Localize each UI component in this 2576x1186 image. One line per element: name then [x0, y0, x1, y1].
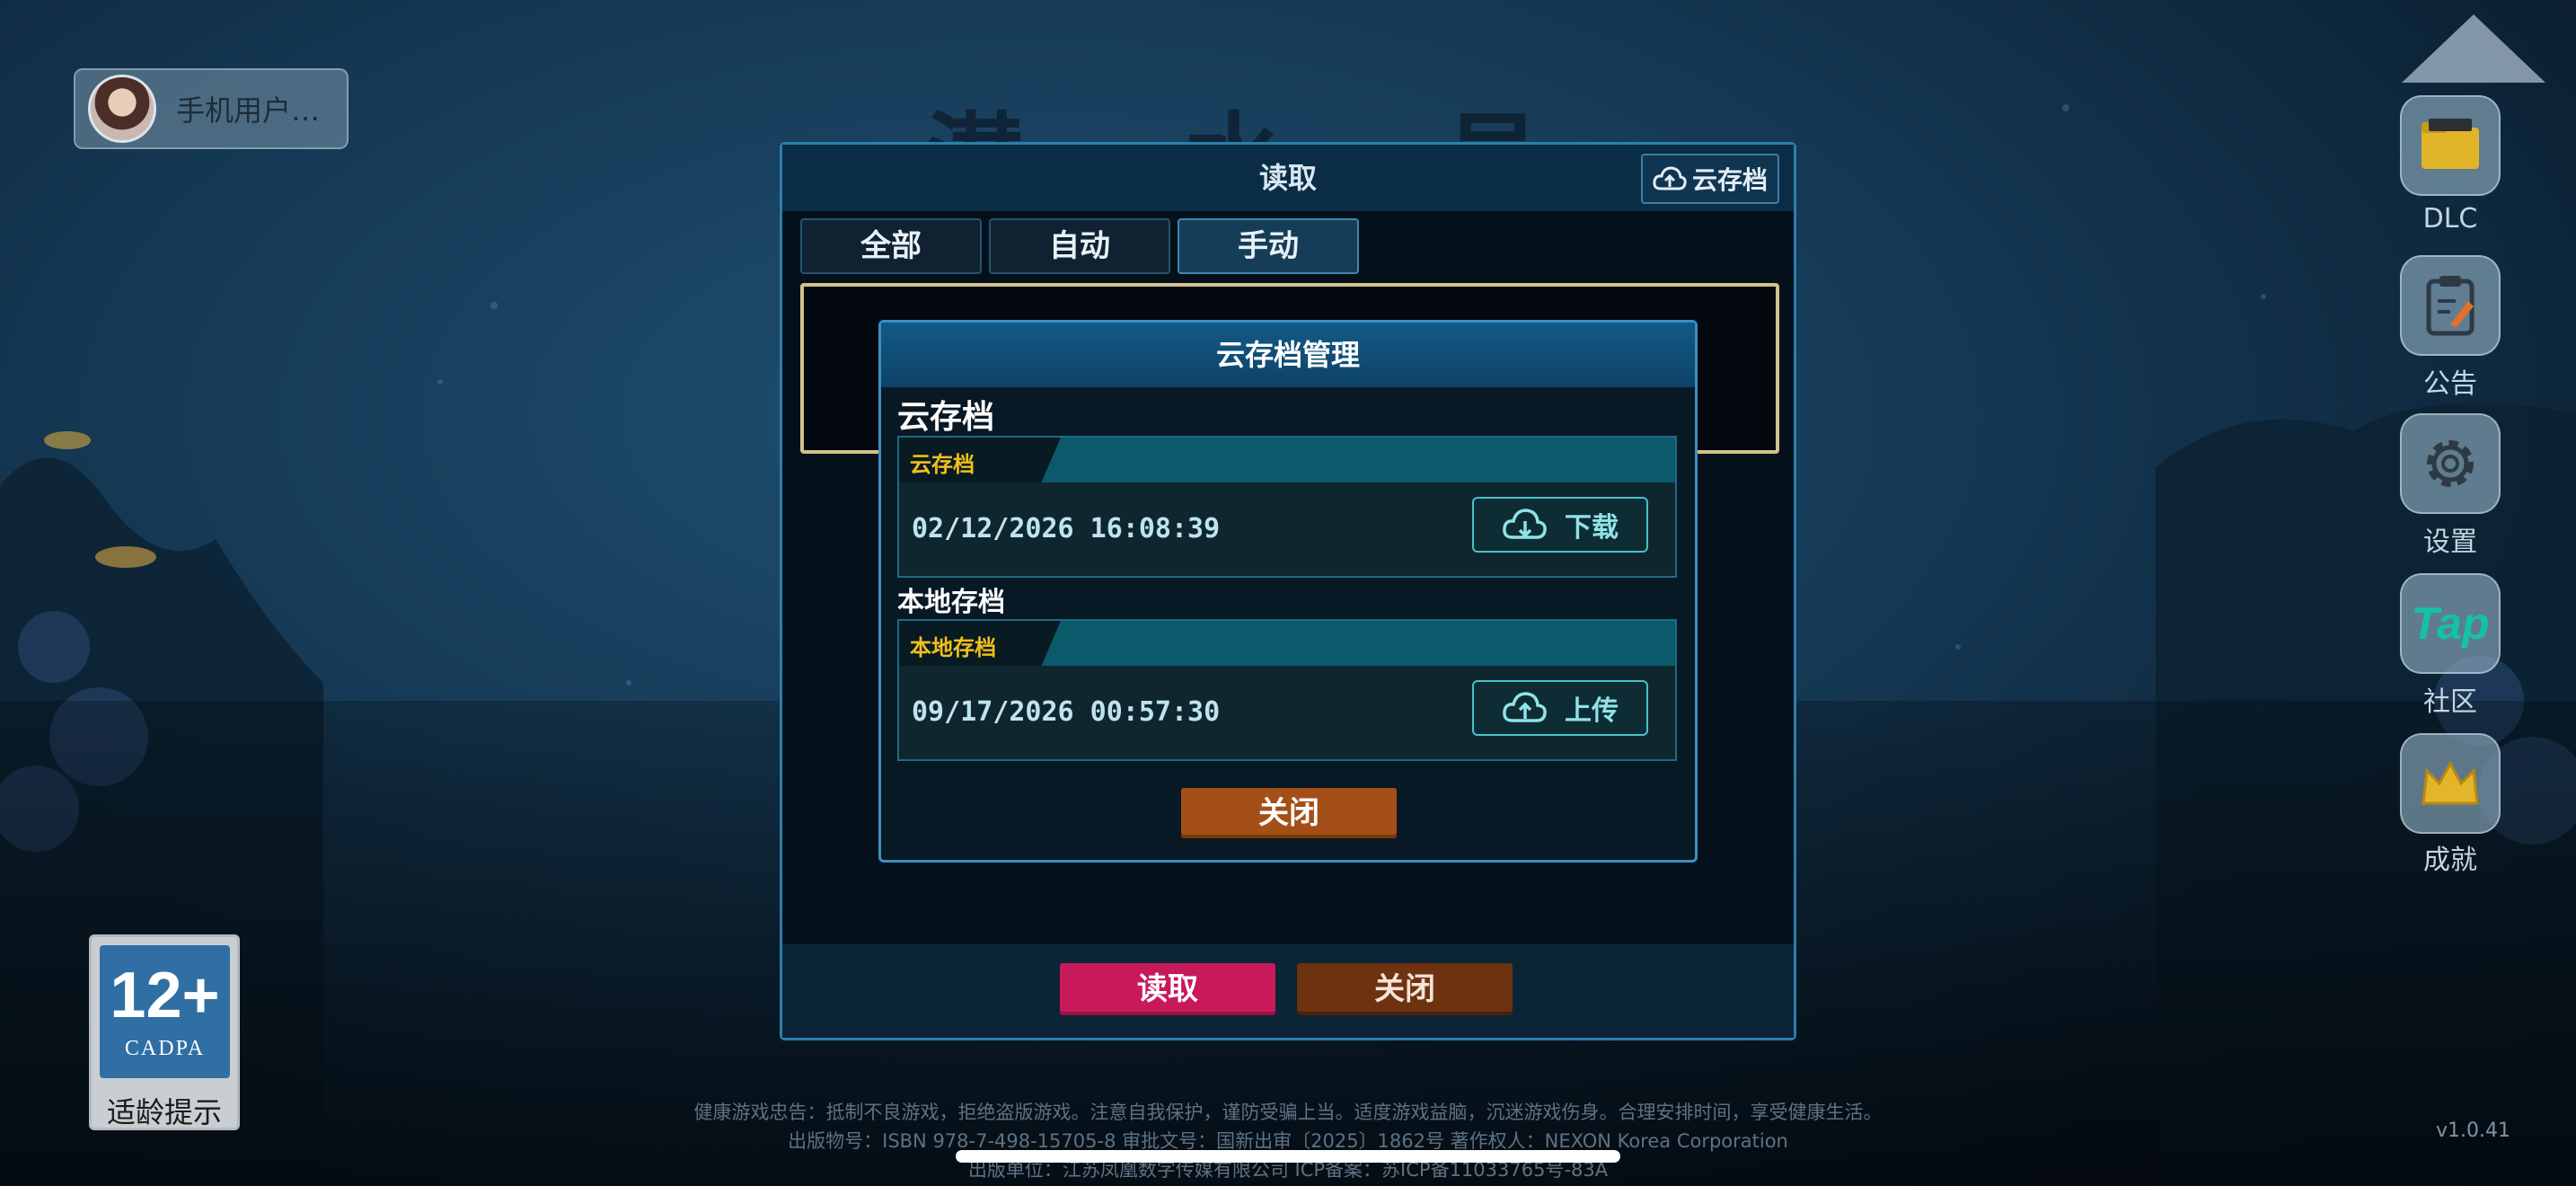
folder-icon: [2422, 119, 2479, 169]
cadpa-label: CADPA: [124, 1036, 206, 1060]
upload-label: 上传: [1565, 695, 1619, 727]
clipboard-icon: [2426, 276, 2475, 336]
achievements-button[interactable]: [2400, 733, 2501, 834]
age-number: 12+: [110, 959, 220, 1031]
tab-all[interactable]: 全部: [800, 218, 982, 274]
dlc-button[interactable]: [2400, 95, 2501, 196]
cloud-save-modal: 云存档管理 云存档 云存档 02/12/2026 16:08:39 下载 本地存…: [878, 320, 1698, 863]
cloud-save-label: 云存档: [1691, 165, 1768, 195]
cloud-save-card: 云存档 02/12/2026 16:08:39 下载: [897, 436, 1677, 578]
cloud-save-date: 02/12/2026 16:08:39: [912, 513, 1221, 544]
card-body: 02/12/2026 16:08:39 下载: [899, 482, 1675, 576]
age-rating-panel: 12+ CADPA: [100, 945, 230, 1078]
health-notice: 健康游戏忠告：抵制不良游戏，拒绝盗版游戏。注意自我保护，谨防受骗上当。适度游戏益…: [693, 1102, 1883, 1123]
collapse-up-arrow-icon[interactable]: [2402, 14, 2545, 83]
side-label-dlc: DLC: [2422, 203, 2478, 235]
cloud-upload-icon: [1653, 166, 1687, 190]
download-label: 下载: [1565, 512, 1619, 544]
tab-manual[interactable]: 手动: [1178, 218, 1359, 274]
side-label-announcement: 公告: [2423, 368, 2477, 400]
home-indicator[interactable]: [956, 1150, 1620, 1163]
side-label-community: 社区: [2423, 686, 2477, 718]
local-section-title: 本地存档: [897, 587, 1005, 618]
version-label: v1.0.41: [2436, 1120, 2510, 1142]
cloud-upload-icon: [1503, 692, 1547, 722]
avatar: [88, 75, 156, 143]
cloud-section-title: 云存档: [897, 399, 995, 436]
crown-icon: [2422, 760, 2479, 805]
card-body: 09/17/2026 00:57:30 上传: [899, 666, 1675, 759]
cloud-download-icon: [1503, 509, 1547, 539]
side-label-settings: 设置: [2423, 527, 2477, 558]
side-label-achievements: 成就: [2423, 845, 2477, 876]
cloud-modal-title: 云存档管理: [1215, 338, 1360, 372]
close-cloud-modal-button[interactable]: 关闭: [1181, 788, 1397, 838]
tab-auto[interactable]: 自动: [989, 218, 1170, 274]
local-save-date: 09/17/2026 00:57:30: [912, 696, 1221, 728]
read-button[interactable]: 读取: [1060, 963, 1275, 1015]
download-button[interactable]: 下载: [1472, 497, 1648, 553]
upload-button[interactable]: 上传: [1472, 680, 1648, 736]
settings-button[interactable]: [2400, 413, 2501, 514]
local-card-tag: 本地存档: [910, 635, 996, 660]
tap-logo-icon: Tap: [2411, 598, 2490, 649]
cloud-card-tag: 云存档: [910, 452, 975, 477]
gear-icon: [2427, 440, 2474, 487]
close-load-dialog-button[interactable]: 关闭: [1297, 963, 1513, 1015]
load-dialog-footer: [782, 944, 1794, 1038]
user-name: 手机用户…: [176, 93, 321, 128]
community-button[interactable]: Tap: [2400, 573, 2501, 674]
cloud-save-button[interactable]: 云存档: [1641, 154, 1779, 204]
local-save-card: 本地存档 09/17/2026 00:57:30 上传: [897, 619, 1677, 761]
announcement-button[interactable]: [2400, 255, 2501, 356]
user-profile-button[interactable]: 手机用户…: [74, 68, 348, 149]
